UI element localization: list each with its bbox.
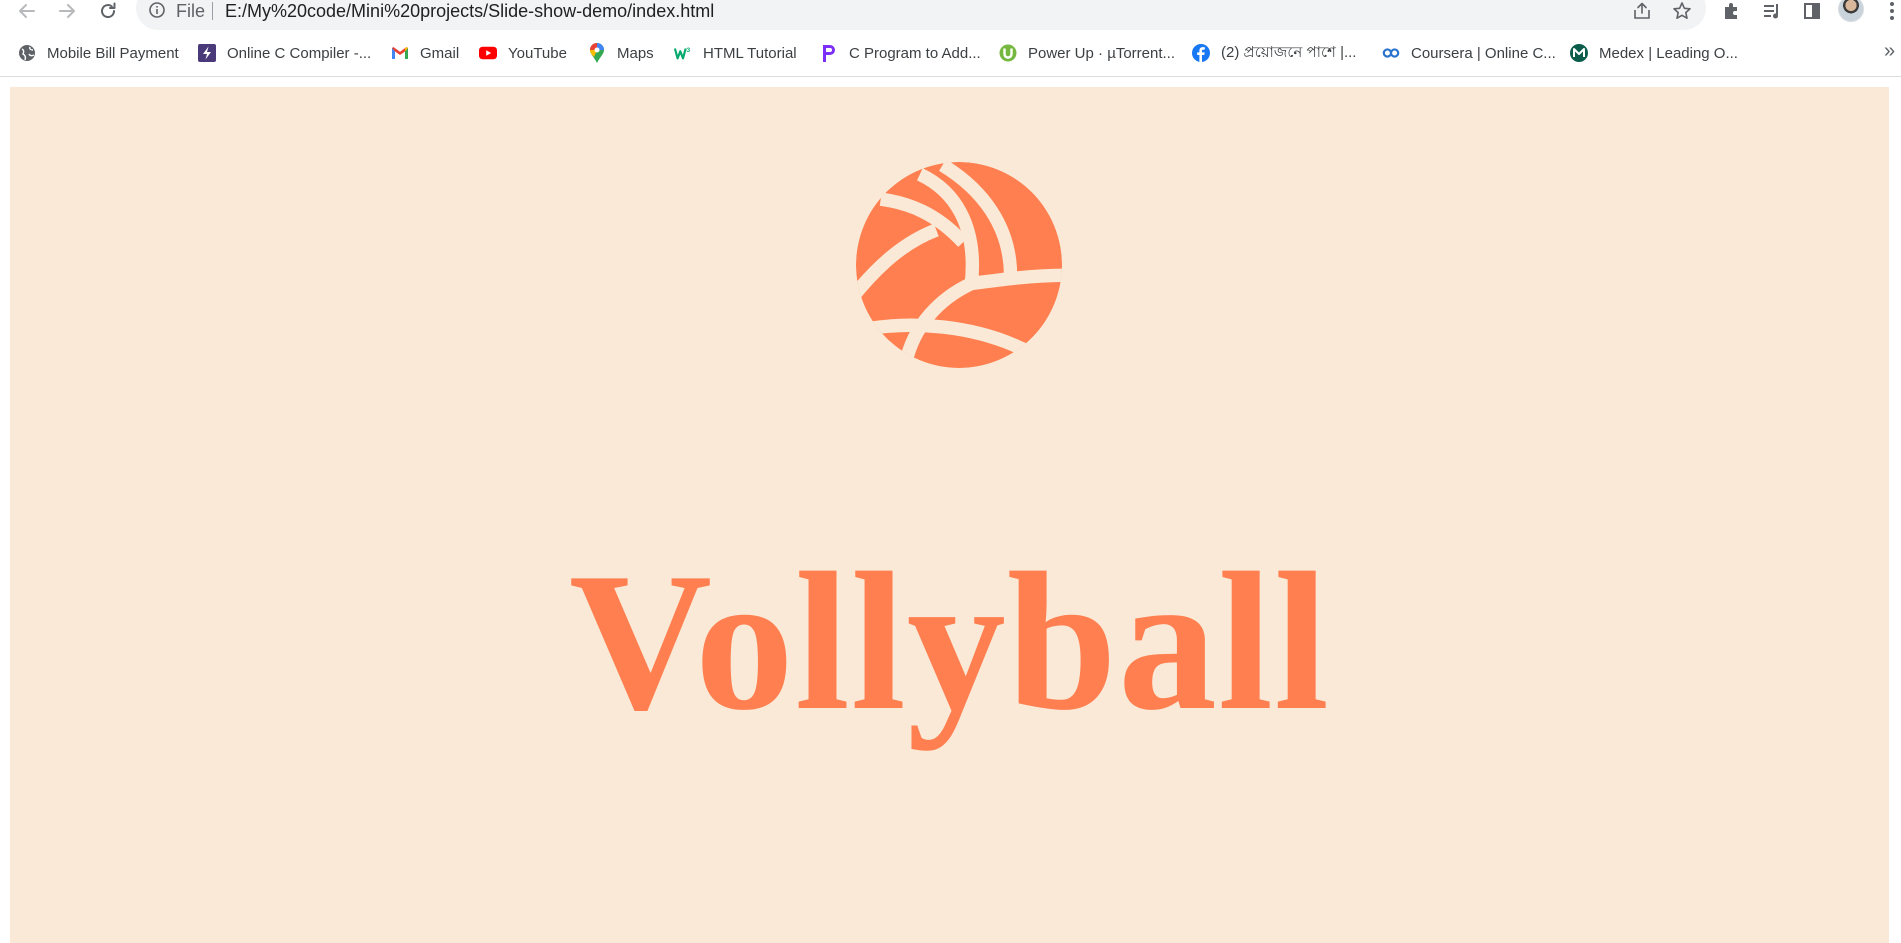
reload-button[interactable] (93, 0, 123, 22)
bookmark-gmail[interactable]: Gmail (391, 42, 459, 64)
slide: Vollyball (10, 87, 1889, 943)
extensions-icon (1725, 3, 1737, 19)
bookmark-label: Mobile Bill Payment (47, 44, 179, 62)
bookmark-online-c-compiler[interactable]: Online C Compiler -... (198, 42, 371, 64)
bookmark-label: YouTube (508, 44, 567, 62)
browser-menu-button[interactable] (1888, 0, 1896, 22)
bookmark-maps[interactable]: Maps (588, 42, 654, 64)
bookmark-label: Coursera | Online C... (1411, 44, 1556, 62)
lightning-icon (198, 44, 216, 62)
slide-title: Vollyball (569, 532, 1330, 751)
profile-avatar[interactable] (1838, 0, 1864, 22)
media-controls-button[interactable] (1759, 0, 1785, 22)
bookmark-c-program-to-add[interactable]: C Program to Add... (820, 42, 981, 64)
page-viewport: Vollyball (0, 77, 1901, 943)
extensions-button[interactable] (1718, 0, 1744, 22)
share-icon (1634, 2, 1650, 19)
side-panel-icon (1804, 3, 1820, 19)
share-button[interactable] (1630, 0, 1654, 22)
browser-toolbar: File E:/My%20code/Mini%20projects/Slide-… (0, 0, 1901, 30)
bookmark-label: Power Up · µTorrent... (1028, 44, 1176, 62)
bookmark-label: (2) প্রয়োজনে পাশে |... (1221, 43, 1357, 61)
site-info-button[interactable] (148, 1, 166, 19)
bookmark-label: C Program to Add... (849, 44, 981, 62)
back-button[interactable] (12, 0, 42, 22)
bookmark-label: Medex | Leading O... (1599, 44, 1738, 62)
bookmark-coursera[interactable]: Coursera | Online C... (1382, 42, 1556, 64)
coursera-icon (1382, 44, 1400, 62)
bookmark-star-button[interactable] (1670, 0, 1694, 22)
bookmark-label: Gmail (420, 44, 460, 62)
globe-icon (18, 44, 36, 62)
url-text[interactable]: E:/My%20code/Mini%20projects/Slide-show-… (225, 0, 714, 22)
youtube-icon (479, 44, 497, 62)
maps-pin-icon (588, 43, 606, 63)
forward-button[interactable] (52, 0, 82, 22)
bookmark-mobile-bill-payment[interactable]: Mobile Bill Payment (18, 42, 179, 64)
p-logo-icon (820, 44, 838, 62)
bookmark-youtube[interactable]: YouTube (479, 42, 567, 64)
bookmark-facebook-page[interactable]: (2) প্রয়োজনে পাশে |... (1192, 42, 1356, 64)
bookmark-power-up-utorrent[interactable]: Power Up · µTorrent... (999, 42, 1175, 64)
star-icon (1673, 2, 1691, 19)
bookmarks-bar: Mobile Bill Payment Online C Compiler -.… (0, 36, 1901, 70)
url-separator (212, 2, 213, 20)
side-panel-button[interactable] (1799, 0, 1825, 22)
url-scheme-label: File (176, 1, 206, 21)
info-icon (149, 2, 165, 18)
volleyball-icon (856, 162, 1062, 368)
menu-icon (1890, 2, 1894, 20)
w3schools-icon: 3 (674, 44, 692, 62)
bookmark-label: Online C Compiler -... (227, 44, 372, 62)
bookmark-medex[interactable]: Medex | Leading O... (1570, 42, 1738, 64)
back-icon (19, 4, 35, 18)
utorrent-icon (999, 44, 1017, 62)
bookmark-html-tutorial[interactable]: 3 HTML Tutorial (674, 42, 797, 64)
media-icon (1764, 4, 1778, 19)
bookmark-label: HTML Tutorial (703, 44, 797, 62)
gmail-icon (391, 44, 409, 62)
forward-icon (59, 4, 75, 18)
svg-text:3: 3 (687, 47, 691, 54)
reload-icon (101, 2, 116, 19)
bookmarks-overflow-button[interactable]: » (1884, 40, 1895, 62)
medex-icon (1570, 44, 1588, 62)
bookmark-label: Maps (617, 44, 654, 62)
facebook-icon (1192, 44, 1210, 62)
